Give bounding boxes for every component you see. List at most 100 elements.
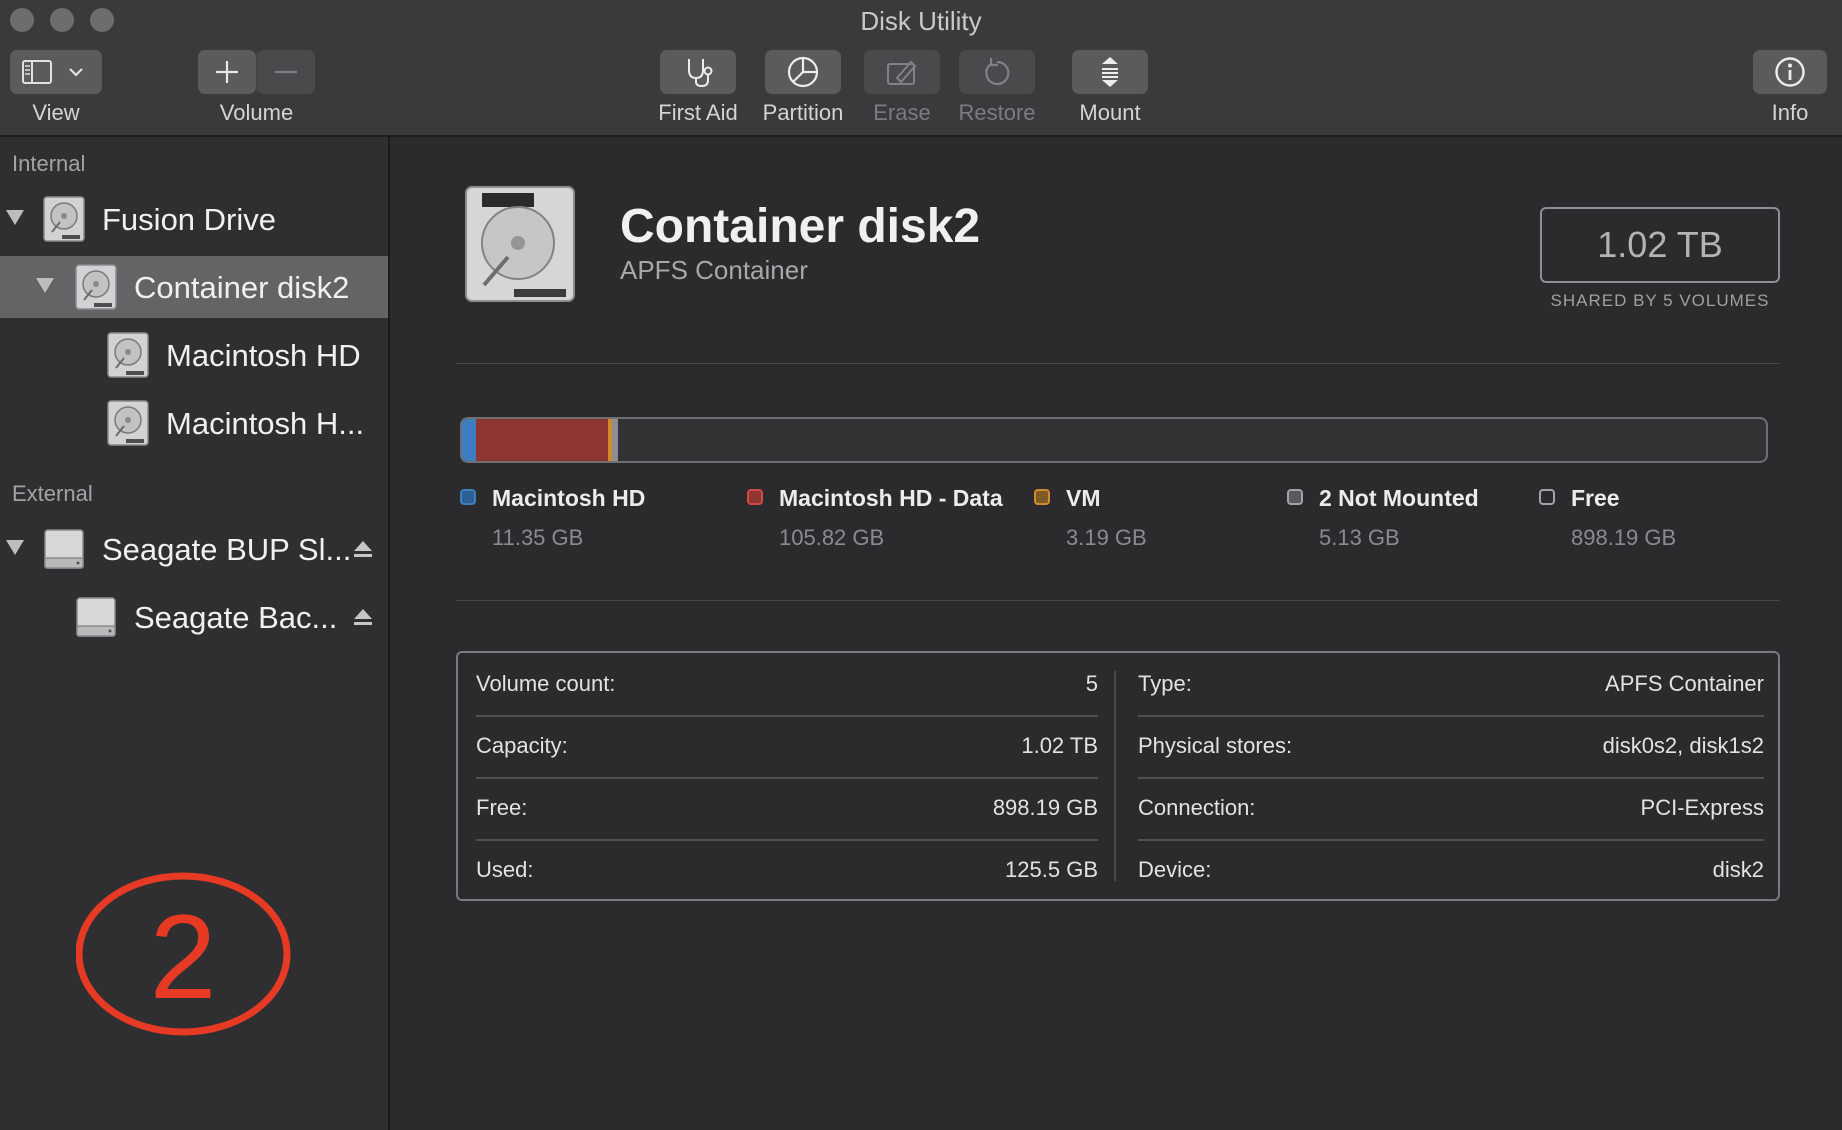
- hard-disk-icon: [75, 264, 117, 310]
- first-aid-button[interactable]: [660, 50, 736, 94]
- legend-value: 898.19 GB: [1571, 525, 1677, 550]
- first-aid-label: First Aid: [658, 100, 738, 125]
- usage-segment-macintosh-hd: [462, 419, 477, 461]
- legend-swatch: [1034, 489, 1050, 505]
- info-value: 5: [1085, 671, 1098, 696]
- eject-icon[interactable]: [352, 606, 374, 628]
- sidebar-header-external: External: [12, 481, 93, 506]
- restore-label: Restore: [958, 100, 1036, 125]
- legend-name: Macintosh HD - Data: [779, 485, 1003, 511]
- chevron-down-icon: [69, 68, 83, 77]
- window-title: Disk Utility: [860, 6, 982, 36]
- info-row-free: Free: 898.19 GB: [476, 777, 1098, 841]
- legend-name: Macintosh HD: [492, 485, 646, 511]
- sidebar-item-macintosh-hd-data[interactable]: Macintosh H...: [0, 392, 388, 454]
- stethoscope-icon: [688, 59, 713, 88]
- info-button[interactable]: [1753, 50, 1827, 94]
- info-key: Used:: [476, 857, 534, 882]
- sidebar-item-label: Seagate Bac...: [134, 600, 338, 635]
- sidebar-item-fusion-drive[interactable]: Fusion Drive: [0, 188, 388, 250]
- legend-swatch: [460, 489, 476, 505]
- sidebar-item-macintosh-hd[interactable]: Macintosh HD: [0, 324, 388, 386]
- info-value: 125.5 GB: [1005, 857, 1098, 882]
- info-value: disk2: [1712, 857, 1764, 882]
- info-key: Volume count:: [476, 671, 616, 696]
- hard-disk-icon: [107, 400, 149, 446]
- sidebar-item-label: Macintosh HD: [166, 338, 361, 373]
- info-row-type: Type: APFS Container: [1138, 653, 1764, 717]
- info-key: Device:: [1138, 857, 1212, 882]
- usage-bar: [460, 417, 1768, 463]
- sidebar: Internal Fusion Drive Container disk2 Ma…: [0, 137, 390, 1130]
- info-key: Capacity:: [476, 733, 568, 758]
- annotation-number: 2: [150, 890, 217, 1024]
- info-value: disk0s2, disk1s2: [1602, 733, 1764, 758]
- page-title: Container disk2: [620, 200, 981, 253]
- info-row-physical-stores: Physical stores: disk0s2, disk1s2: [1138, 715, 1764, 779]
- sidebar-item-label: Container disk2: [134, 270, 350, 305]
- info-value: 1.02 TB: [1021, 733, 1098, 758]
- plus-icon: [216, 61, 238, 83]
- info-label: Info: [1771, 100, 1809, 125]
- partition-button[interactable]: [765, 50, 841, 94]
- info-key: Free:: [476, 795, 528, 820]
- volume-label: Volume: [219, 100, 294, 125]
- legend-value: 11.35 GB: [492, 525, 584, 550]
- main-panel: Container disk2 APFS Container 1.02 TB S…: [390, 137, 1842, 1130]
- erase-button[interactable]: [864, 50, 940, 94]
- eject-icon[interactable]: [352, 538, 374, 560]
- view-label: View: [32, 100, 80, 125]
- hard-disk-icon: [465, 186, 575, 302]
- sidebar-item-container-disk2[interactable]: Container disk2: [0, 256, 388, 318]
- annotation-circle: 2: [76, 872, 291, 1036]
- legend-swatch: [1539, 489, 1555, 505]
- sidebar-item-label: Seagate BUP Sl...: [102, 532, 352, 567]
- sidebar-header-internal: Internal: [12, 151, 86, 176]
- info-key: Connection:: [1138, 795, 1256, 820]
- info-value: 898.19 GB: [992, 795, 1098, 820]
- toolbar: Disk Utility View Volume First Aid Parti…: [0, 0, 1842, 137]
- column-divider: [1114, 671, 1116, 881]
- sidebar-item-label: Fusion Drive: [102, 202, 276, 237]
- sidebar-toggle-icon: [22, 60, 52, 84]
- capacity-caption: SHARED BY 5 VOLUMES: [1550, 291, 1770, 310]
- sidebar-item-seagate-backup[interactable]: Seagate Bac...: [0, 586, 388, 648]
- legend-name: 2 Not Mounted: [1319, 485, 1479, 511]
- divider: [456, 600, 1780, 601]
- page-subtitle: APFS Container: [620, 255, 808, 285]
- info-icon: [1775, 57, 1805, 87]
- pie-chart-icon: [787, 56, 819, 88]
- restore-button[interactable]: [959, 50, 1035, 94]
- external-drive-icon: [76, 597, 116, 637]
- disclosure-triangle-icon[interactable]: [6, 540, 24, 555]
- info-row-volume-count: Volume count: 5: [476, 653, 1098, 717]
- hard-disk-icon: [43, 196, 85, 242]
- divider: [456, 363, 1780, 364]
- info-table: Volume count: 5 Capacity: 1.02 TB Free: …: [456, 651, 1780, 901]
- disclosure-triangle-icon[interactable]: [6, 210, 24, 225]
- view-button[interactable]: [10, 50, 102, 94]
- sidebar-item-seagate-bup[interactable]: Seagate BUP Sl...: [0, 518, 388, 580]
- usage-segment-macintosh-hd-data: [476, 419, 609, 461]
- legend-name: Free: [1571, 485, 1620, 511]
- disclosure-triangle-icon[interactable]: [36, 278, 54, 293]
- legend-value: 3.19 GB: [1066, 525, 1147, 550]
- info-value: APFS Container: [1605, 671, 1764, 696]
- info-key: Type:: [1138, 671, 1192, 696]
- usage-segment-not-mounted: [612, 419, 619, 461]
- info-row-device: Device: disk2: [1138, 839, 1764, 901]
- remove-volume-button[interactable]: [257, 50, 315, 94]
- minus-icon: [275, 70, 297, 74]
- legend-swatch: [1287, 489, 1303, 505]
- add-volume-button[interactable]: [198, 50, 256, 94]
- mount-button[interactable]: [1072, 50, 1148, 94]
- restore-arrow-icon: [985, 58, 1010, 86]
- capacity-box: 1.02 TB: [1540, 207, 1780, 283]
- legend-value: 105.82 GB: [779, 525, 885, 550]
- mount-icon: [1102, 57, 1118, 87]
- hard-disk-icon: [107, 332, 149, 378]
- mount-label: Mount: [1079, 100, 1141, 125]
- legend-value: 5.13 GB: [1319, 525, 1400, 550]
- sidebar-item-label: Macintosh H...: [166, 406, 365, 441]
- info-key: Physical stores:: [1138, 733, 1293, 758]
